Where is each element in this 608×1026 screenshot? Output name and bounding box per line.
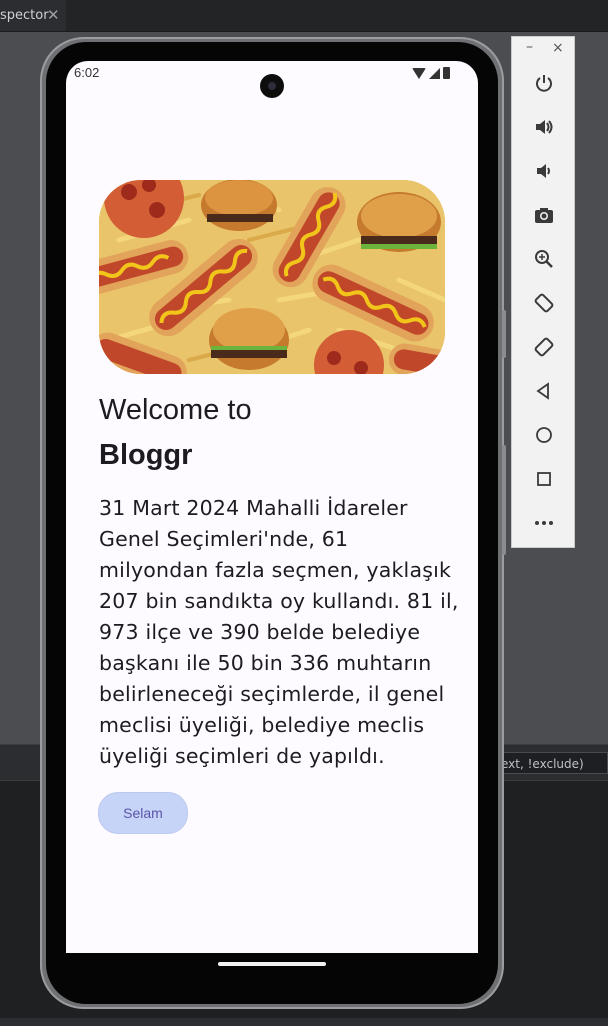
close-icon[interactable]: ×: [552, 40, 564, 56]
home-icon[interactable]: [532, 423, 556, 447]
battery-icon: [443, 67, 450, 79]
emulator-toolbar-header: – ×: [512, 37, 574, 63]
back-icon[interactable]: [532, 379, 556, 403]
app-title: Bloggr: [99, 439, 193, 471]
phone-volume-button: [502, 445, 506, 555]
front-camera: [260, 74, 284, 98]
more-icon[interactable]: [532, 511, 556, 535]
gesture-home-bar[interactable]: [218, 962, 326, 966]
selam-button[interactable]: Selam: [98, 792, 188, 834]
overview-icon[interactable]: [532, 467, 556, 491]
device-screen: 6:02 Welcome to Bloggr 31 Mart 2024 Maha…: [66, 61, 478, 953]
minimize-icon[interactable]: –: [526, 39, 533, 55]
system-icons: [412, 67, 450, 79]
ide-tab-bar: spector ✕: [0, 0, 608, 32]
ide-status-bar: [0, 1018, 608, 1026]
wifi-icon: [412, 68, 426, 79]
phone-side-button: [502, 310, 506, 358]
zoom-icon[interactable]: [532, 247, 556, 271]
ide-tab-label: spector: [0, 8, 49, 23]
welcome-heading: Welcome to: [99, 394, 252, 426]
hero-image: [99, 180, 445, 374]
signal-icon: [429, 68, 440, 79]
volume-up-icon[interactable]: [532, 115, 556, 139]
volume-down-icon[interactable]: [532, 159, 556, 183]
power-icon[interactable]: [532, 71, 556, 95]
rotate-right-icon[interactable]: [532, 335, 556, 359]
camera-icon[interactable]: [532, 203, 556, 227]
rotate-left-icon[interactable]: [532, 291, 556, 315]
emulator-toolbar: – ×: [511, 36, 575, 548]
ide-tab-inspector[interactable]: spector ✕: [0, 0, 66, 31]
body-paragraph: 31 Mart 2024 Mahalli İdareler Genel Seçi…: [99, 496, 459, 768]
tab-close-icon[interactable]: ✕: [47, 0, 60, 31]
status-time: 6:02: [74, 65, 100, 80]
